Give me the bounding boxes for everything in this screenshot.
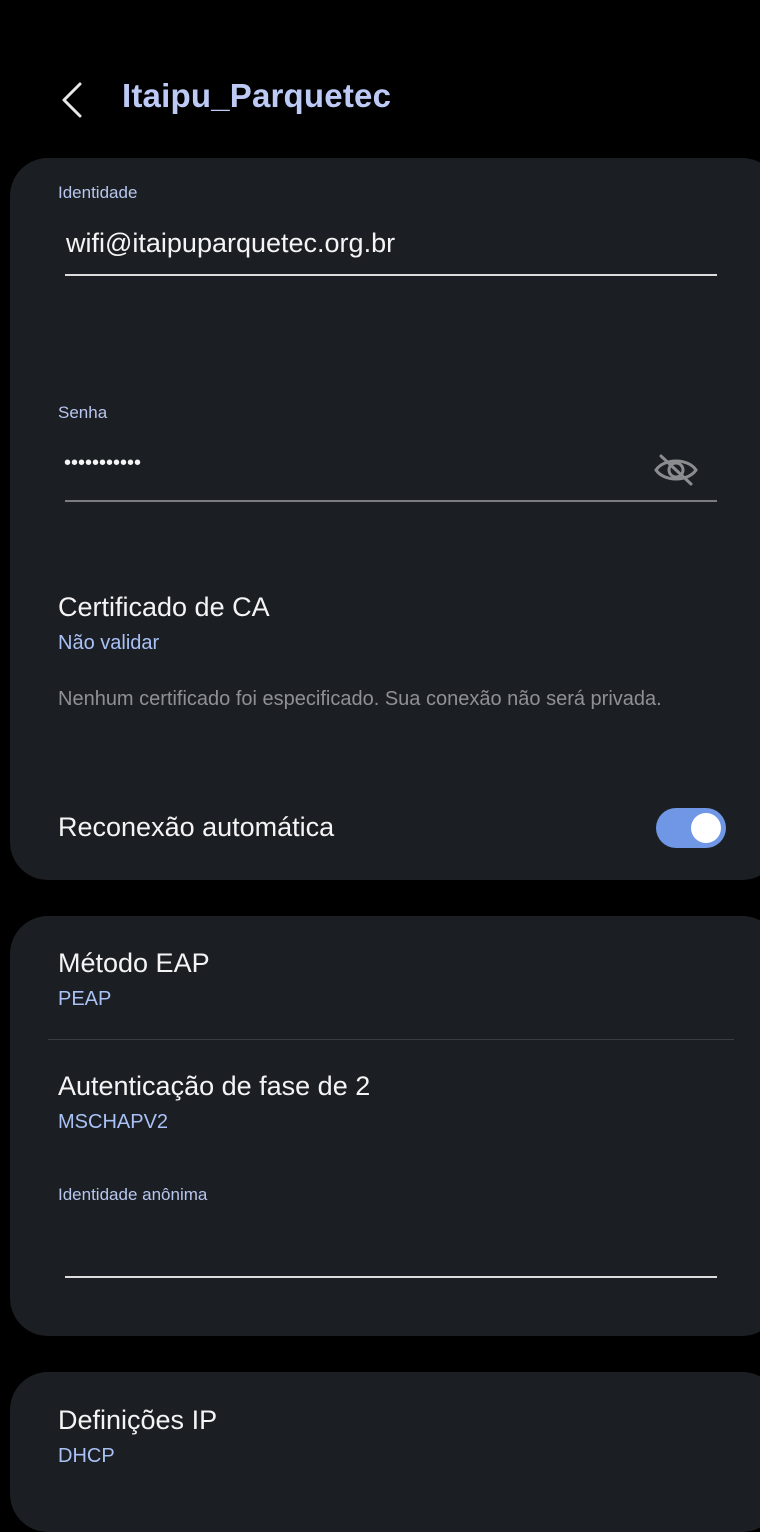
ca-certificate-title: Certificado de CA [58, 592, 270, 622]
password-label: Senha [58, 403, 108, 422]
anonymous-identity-underline [65, 1276, 717, 1278]
credentials-card [10, 158, 760, 880]
chevron-left-icon [62, 82, 82, 118]
auto-reconnect-label: Reconexão automática [58, 812, 335, 842]
page-title: Itaipu_Parquetec [122, 77, 392, 114]
phase2-auth-row[interactable]: Autenticação de fase de 2 MSCHAPV2 [10, 1068, 750, 1148]
eap-method-row[interactable]: Método EAP PEAP [10, 945, 750, 1025]
top-app-bar: Itaipu_Parquetec [0, 0, 760, 150]
eye-off-icon [654, 454, 698, 486]
identity-label: Identidade [58, 183, 138, 202]
toggle-password-visibility-button[interactable] [652, 450, 700, 490]
ca-certificate-value: Não validar [58, 632, 160, 654]
eap-method-title: Método EAP [58, 948, 210, 978]
anonymous-identity-label: Identidade anônima [58, 1185, 208, 1204]
password-input[interactable]: ••••••••••• [64, 452, 141, 475]
eap-method-value: PEAP [58, 988, 112, 1010]
ip-settings-title: Definições IP [58, 1405, 218, 1435]
auto-reconnect-toggle[interactable] [656, 808, 726, 848]
password-underline [65, 500, 717, 502]
phase2-auth-value: MSCHAPV2 [58, 1111, 169, 1133]
identity-input[interactable]: wifi@itaipuparquetec.org.br [66, 228, 395, 259]
ip-settings-value: DHCP [58, 1445, 115, 1467]
eap-divider [48, 1039, 734, 1040]
ca-certificate-row[interactable]: Certificado de CA Não validar [10, 585, 750, 660]
identity-underline [65, 274, 717, 276]
toggle-knob [691, 813, 721, 843]
ip-settings-row[interactable]: Definições IP DHCP [10, 1402, 750, 1482]
ca-certificate-warning: Nenhum certificado foi especificado. Sua… [58, 688, 662, 710]
back-button[interactable] [52, 78, 96, 122]
phase2-auth-title: Autenticação de fase de 2 [58, 1071, 371, 1101]
